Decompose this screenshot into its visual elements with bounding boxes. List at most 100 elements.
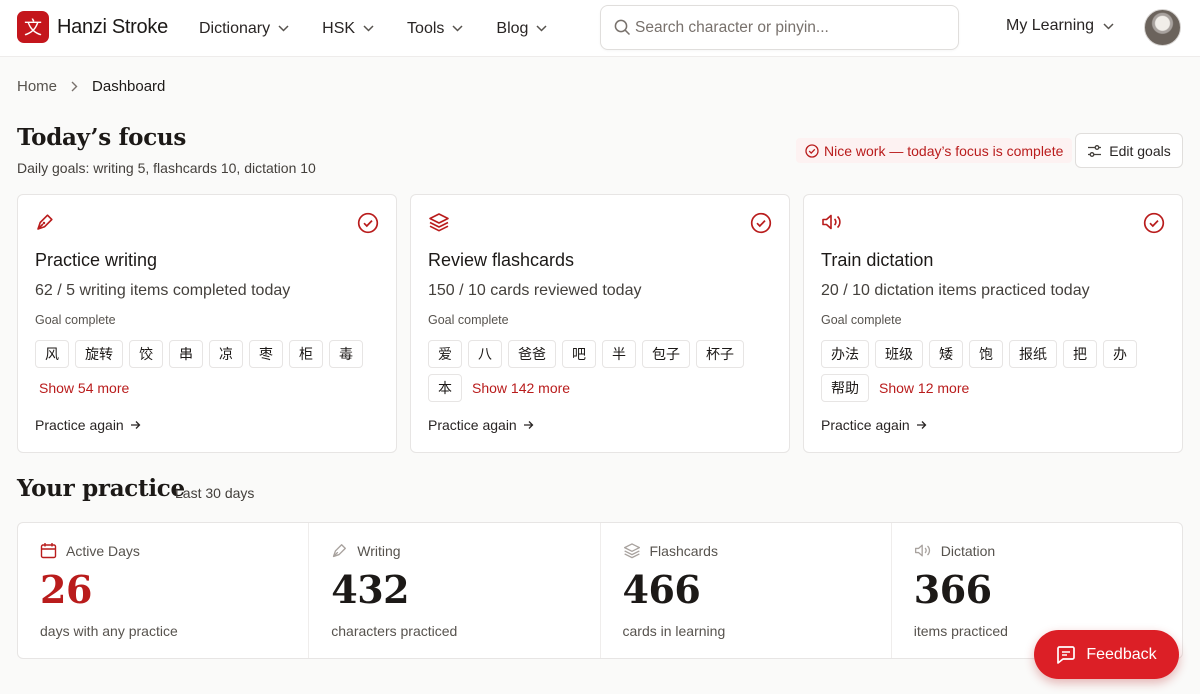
- practice-again-link[interactable]: Practice again: [428, 417, 534, 433]
- breadcrumb: Home Dashboard: [17, 78, 165, 95]
- chevron-down-icon: [1103, 22, 1114, 30]
- speaker-icon: [914, 544, 930, 557]
- stat-value: 466: [622, 567, 701, 612]
- stat-label: Flashcards: [649, 542, 718, 559]
- focus-title: Today’s focus: [17, 124, 186, 151]
- chevron-down-icon: [536, 25, 547, 32]
- my-learning-label: My Learning: [1006, 17, 1095, 34]
- arrow-right-icon: [916, 421, 927, 429]
- chevron-down-icon: [363, 25, 374, 32]
- card-progress: 150 / 10 cards reviewed today: [428, 282, 642, 299]
- card-progress: 62 / 5 writing items completed today: [35, 282, 291, 299]
- pen-icon: [37, 214, 53, 230]
- card-title: Train dictation: [821, 250, 934, 270]
- stat-header: Flashcards: [623, 542, 718, 559]
- stat-caption: days with any practice: [40, 623, 178, 639]
- character-chip[interactable]: 帮助: [821, 374, 869, 402]
- character-chip[interactable]: 包子: [642, 340, 690, 368]
- character-chip[interactable]: 枣: [249, 340, 283, 368]
- character-chip[interactable]: 爸爸: [508, 340, 556, 368]
- stat-label: Active Days: [66, 542, 140, 559]
- character-chips: 爱 八 爸爸 吧 半 包子 杯子 本 Show 142 more: [428, 340, 778, 402]
- card-progress: 20 / 10 dictation items practiced today: [821, 282, 1090, 299]
- stat-caption: characters practiced: [331, 623, 458, 639]
- arrow-right-icon: [523, 421, 534, 429]
- layers-icon: [623, 543, 640, 559]
- card-goal-status: Goal complete: [428, 313, 509, 327]
- character-chip[interactable]: 班级: [875, 340, 923, 368]
- practice-subtitle: Last 30 days: [175, 485, 255, 501]
- character-chip[interactable]: 矮: [929, 340, 963, 368]
- search-box[interactable]: [600, 5, 959, 50]
- arrow-right-icon: [130, 421, 141, 429]
- card-title: Practice writing: [35, 250, 158, 270]
- character-chip[interactable]: 八: [468, 340, 502, 368]
- focus-card-dictation: Train dictation 20 / 10 dictation items …: [803, 194, 1183, 453]
- nav-blog[interactable]: Blog: [496, 20, 547, 38]
- character-chip[interactable]: 饱: [969, 340, 1003, 368]
- logo[interactable]: 文 Hanzi Stroke: [17, 11, 168, 43]
- stat-writing: Writing 432 characters practiced: [309, 523, 601, 658]
- character-chip[interactable]: 柜: [289, 340, 323, 368]
- edit-goals-button[interactable]: Edit goals: [1075, 133, 1183, 168]
- show-more-link[interactable]: Show 54 more: [39, 374, 129, 402]
- character-chip[interactable]: 毒: [329, 340, 363, 368]
- check-circle-icon: [357, 212, 379, 234]
- check-circle-icon: [805, 143, 819, 158]
- practice-again-label: Practice again: [428, 417, 517, 433]
- nav-dictionary[interactable]: Dictionary: [199, 20, 289, 38]
- card-goal-status: Goal complete: [35, 313, 116, 327]
- character-chips: 办法 班级 矮 饱 报纸 把 办 帮助 Show 12 more: [821, 340, 1171, 402]
- character-chip[interactable]: 凉: [209, 340, 243, 368]
- nav-tools[interactable]: Tools: [407, 20, 463, 38]
- chat-bubble-icon: [1057, 646, 1076, 664]
- search-input[interactable]: [635, 18, 935, 37]
- stat-flashcards: Flashcards 466 cards in learning: [601, 523, 892, 658]
- character-chip[interactable]: 把: [1063, 340, 1097, 368]
- nav-blog-label: Blog: [496, 19, 529, 37]
- stat-label: Dictation: [940, 542, 996, 559]
- character-chip[interactable]: 吧: [562, 340, 596, 368]
- practice-again-link[interactable]: Practice again: [35, 417, 141, 433]
- stat-caption: items practiced: [913, 623, 1008, 639]
- main-nav: Dictionary HSK Tools Blog: [199, 0, 580, 57]
- my-learning-menu[interactable]: My Learning: [1006, 17, 1114, 35]
- stat-value: 366: [913, 567, 992, 612]
- character-chip[interactable]: 风: [35, 340, 69, 368]
- card-goal-status: Goal complete: [821, 313, 902, 327]
- stat-value: 26: [40, 567, 92, 612]
- focus-card-flashcards: Review flashcards 150 / 10 cards reviewe…: [410, 194, 790, 453]
- logo-mark-icon: 文: [17, 11, 49, 43]
- nav-tools-label: Tools: [407, 19, 445, 37]
- character-chip[interactable]: 半: [602, 340, 636, 368]
- character-chip[interactable]: 串: [169, 340, 203, 368]
- stat-header: Writing: [331, 542, 401, 559]
- show-more-link[interactable]: Show 142 more: [472, 374, 570, 402]
- practice-stats: Active Days 26 days with any practice Wr…: [17, 522, 1183, 659]
- user-avatar[interactable]: [1144, 9, 1181, 46]
- focus-subtitle: Daily goals: writing 5, flashcards 10, d…: [17, 160, 316, 176]
- focus-complete-badge: Nice work — today’s focus is complete: [796, 138, 1073, 163]
- nav-hsk[interactable]: HSK: [322, 20, 374, 38]
- focus-card-writing: Practice writing 62 / 5 writing items co…: [17, 194, 397, 453]
- character-chip[interactable]: 本: [428, 374, 462, 402]
- chevron-down-icon: [452, 25, 463, 32]
- character-chip[interactable]: 旋转: [75, 340, 123, 368]
- character-chip[interactable]: 杯子: [696, 340, 744, 368]
- practice-again-link[interactable]: Practice again: [821, 417, 927, 433]
- stat-header: Active Days: [40, 542, 140, 559]
- character-chip[interactable]: 办: [1103, 340, 1137, 368]
- nav-hsk-label: HSK: [322, 19, 356, 37]
- card-title: Review flashcards: [428, 250, 575, 270]
- app-name: Hanzi Stroke: [57, 15, 168, 38]
- edit-goals-label: Edit goals: [1109, 142, 1171, 159]
- character-chip[interactable]: 饺: [129, 340, 163, 368]
- stat-active-days: Active Days 26 days with any practice: [18, 523, 310, 658]
- character-chip[interactable]: 爱: [428, 340, 462, 368]
- character-chip[interactable]: 办法: [821, 340, 869, 368]
- feedback-button[interactable]: Feedback: [1034, 630, 1179, 679]
- character-chip[interactable]: 报纸: [1009, 340, 1057, 368]
- breadcrumb-home[interactable]: Home: [17, 78, 57, 95]
- show-more-link[interactable]: Show 12 more: [879, 374, 969, 402]
- practice-title: Your practice: [17, 475, 185, 502]
